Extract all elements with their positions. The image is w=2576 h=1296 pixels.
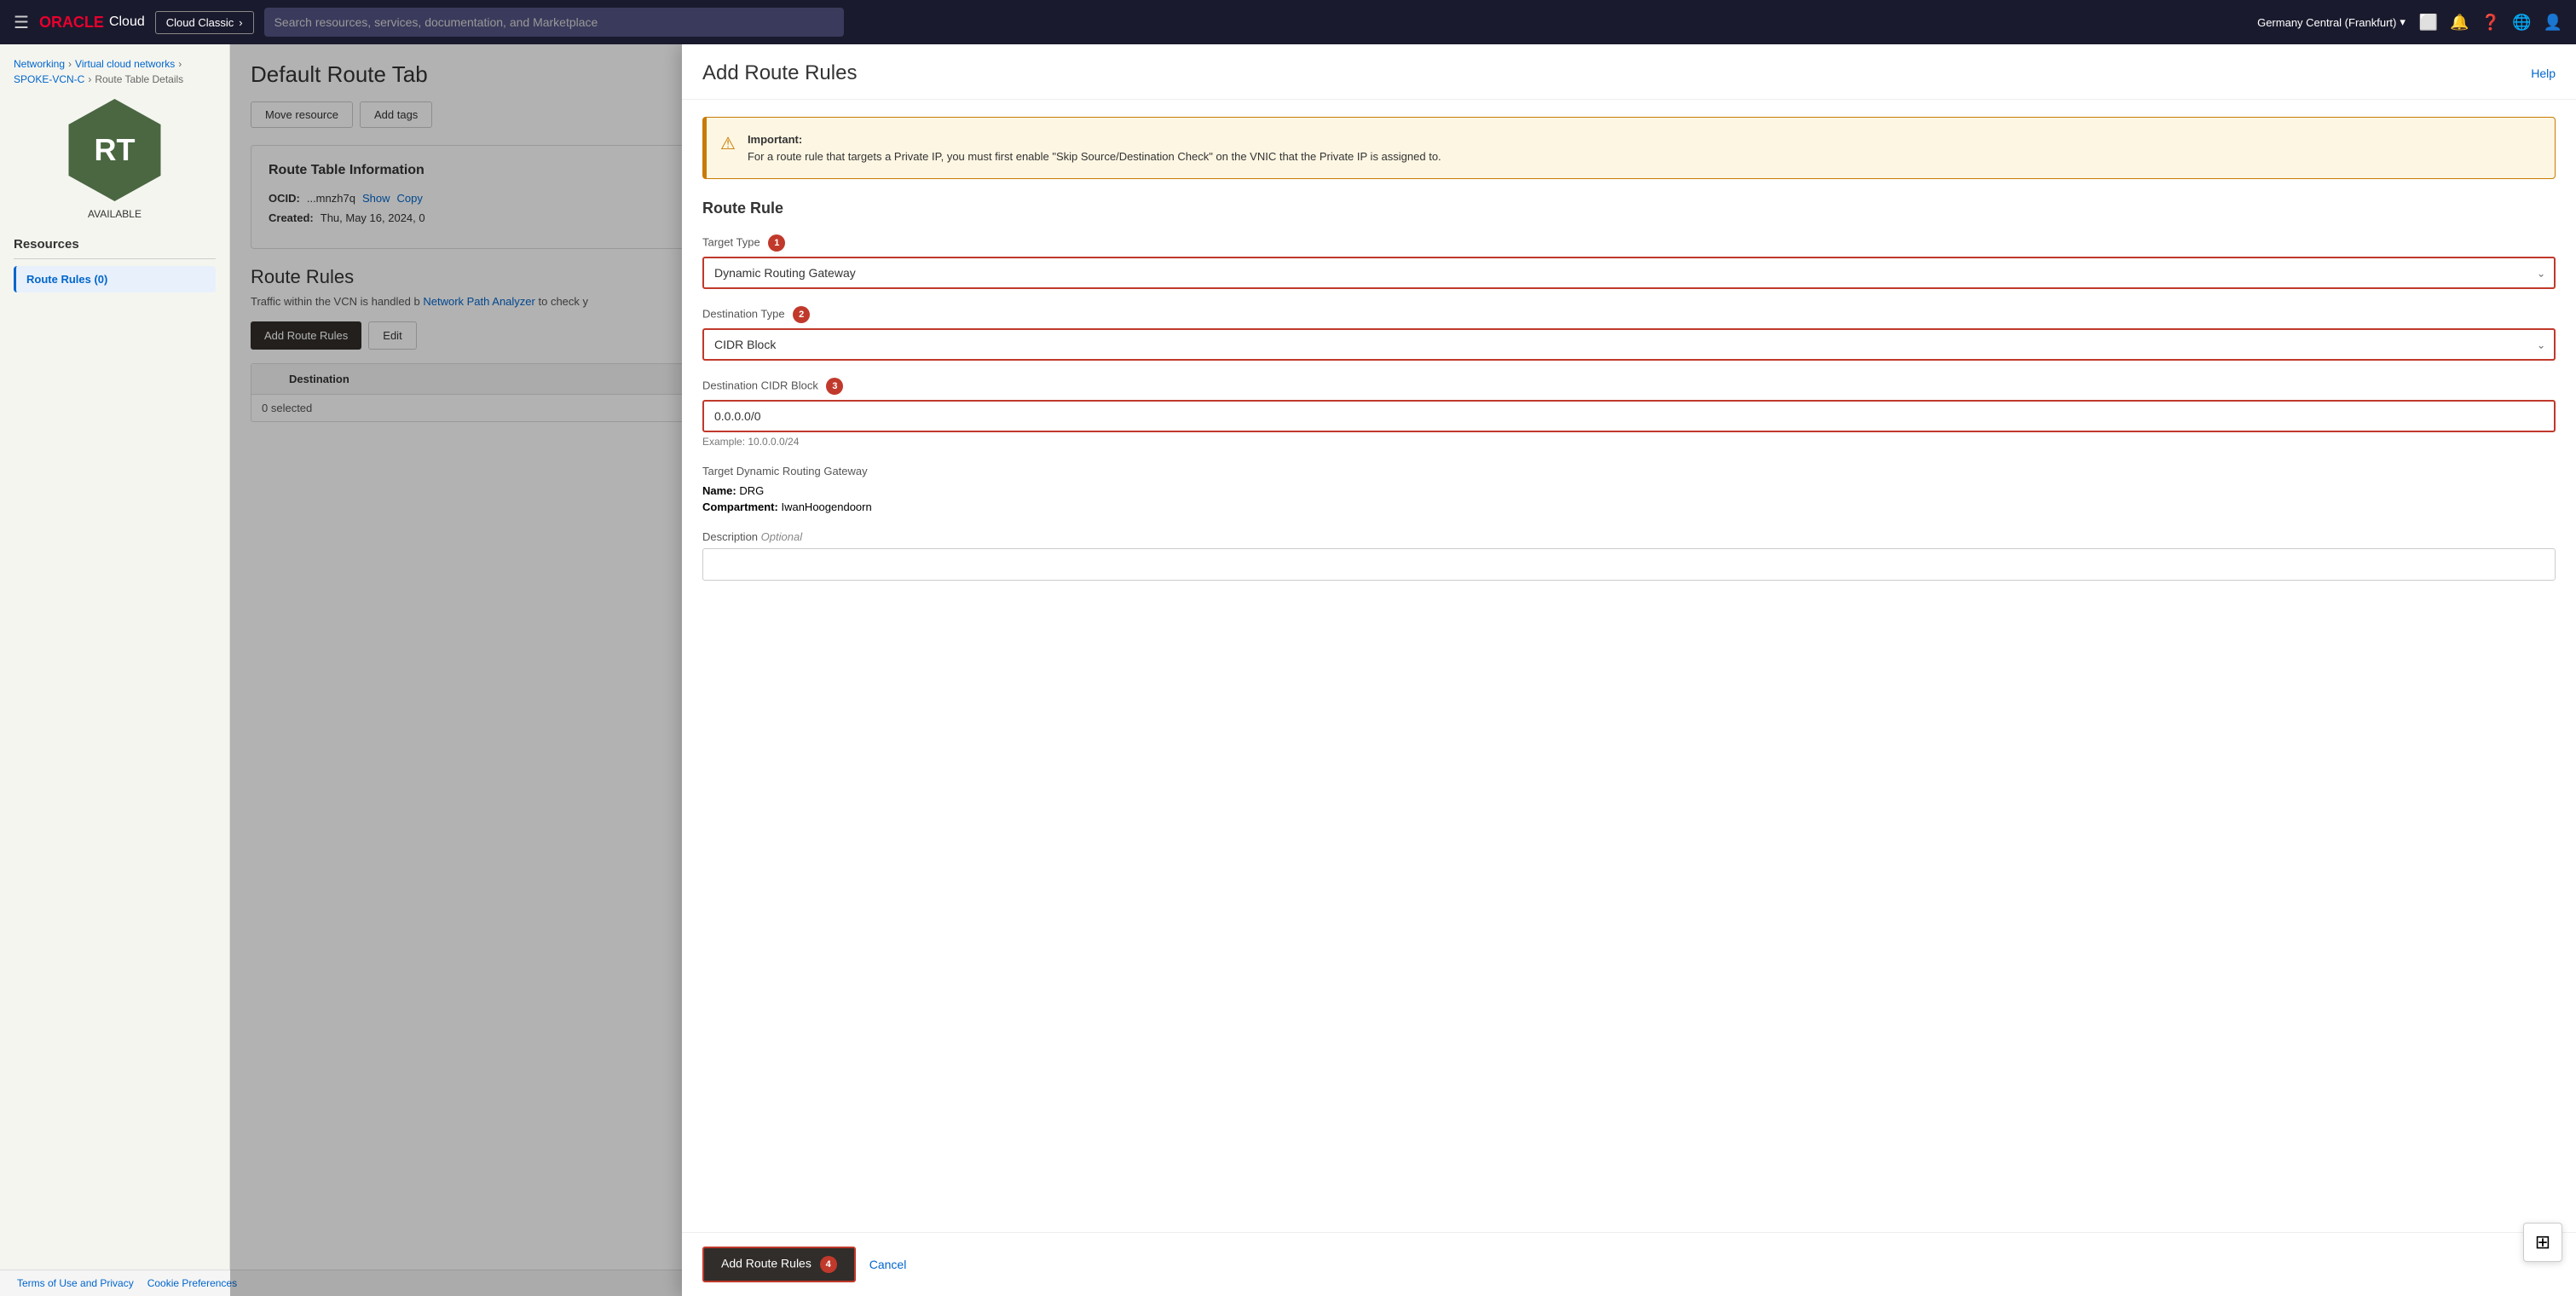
description-label: Description Optional (702, 530, 2556, 543)
nav-right: Germany Central (Frankfurt) ▾ ⬜ 🔔 ❓ 🌐 👤 (2257, 14, 2562, 32)
target-type-label: Target Type 1 (702, 234, 2556, 252)
sidebar-item-route-rules[interactable]: Route Rules (0) (14, 266, 216, 292)
drg-compartment-row: Compartment: IwanHoogendoorn (702, 500, 2556, 513)
destination-type-select[interactable]: CIDR Block (702, 328, 2556, 361)
help-widget-icon: ⊞ (2535, 1231, 2550, 1253)
destination-cidr-group: Destination CIDR Block 3 Example: 10.0.0… (702, 378, 2556, 448)
help-widget[interactable]: ⊞ (2523, 1223, 2562, 1262)
warning-icon: ⚠ (720, 133, 736, 165)
step-4-badge: 4 (820, 1256, 837, 1273)
description-input[interactable] (702, 548, 2556, 581)
breadcrumb: Networking › Virtual cloud networks › SP… (14, 58, 216, 85)
destination-type-group: Destination Type 2 CIDR Block (702, 306, 2556, 361)
resource-icon: RT (64, 99, 166, 201)
terms-link[interactable]: Terms of Use and Privacy (17, 1277, 134, 1289)
step-3-badge: 3 (826, 378, 843, 395)
optional-label: Optional (761, 530, 802, 543)
breadcrumb-vcn[interactable]: Virtual cloud networks (75, 58, 175, 70)
cloud-text: Cloud (109, 14, 145, 30)
route-rule-form-title: Route Rule (702, 200, 2556, 217)
important-text: Important: For a route rule that targets… (748, 131, 1441, 165)
add-route-rules-submit-button[interactable]: Add Route Rules 4 (702, 1247, 856, 1282)
panel-help-link[interactable]: Help (2531, 67, 2556, 80)
hamburger-icon[interactable]: ☰ (14, 12, 29, 33)
help-icon[interactable]: ❓ (2481, 14, 2500, 32)
sidebar: Networking › Virtual cloud networks › SP… (0, 44, 230, 1296)
target-drg-info: Target Dynamic Routing Gateway Name: DRG… (702, 465, 2556, 513)
cloud-classic-button[interactable]: Cloud Classic › (155, 11, 254, 34)
destination-type-select-wrapper: CIDR Block (702, 328, 2556, 361)
cancel-button[interactable]: Cancel (869, 1258, 907, 1271)
search-input[interactable] (264, 8, 844, 37)
resource-status: AVAILABLE (14, 208, 216, 220)
panel-title: Add Route Rules (702, 61, 857, 85)
main-wrapper: Networking › Virtual cloud networks › SP… (0, 44, 2576, 1296)
target-type-select[interactable]: Dynamic Routing Gateway (702, 257, 2556, 289)
breadcrumb-current: Route Table Details (95, 73, 183, 85)
content-area: Default Route Tab Move resource Add tags… (230, 44, 2576, 1296)
resources-heading: Resources (14, 237, 216, 259)
nav-icons: ⬜ 🔔 ❓ 🌐 👤 (2419, 14, 2562, 32)
step-1-badge: 1 (768, 234, 785, 252)
user-icon[interactable]: 👤 (2544, 14, 2562, 32)
footer-links: Terms of Use and Privacy Cookie Preferen… (17, 1277, 237, 1289)
breadcrumb-spoke[interactable]: SPOKE-VCN-C (14, 73, 84, 85)
target-drg-title: Target Dynamic Routing Gateway (702, 465, 2556, 477)
panel-body: ⚠ Important: For a route rule that targe… (682, 100, 2576, 1232)
step-2-badge: 2 (793, 306, 810, 323)
breadcrumb-networking[interactable]: Networking (14, 58, 65, 70)
destination-cidr-label: Destination CIDR Block 3 (702, 378, 2556, 395)
drg-name-row: Name: DRG (702, 484, 2556, 497)
target-type-select-wrapper: Dynamic Routing Gateway (702, 257, 2556, 289)
globe-icon[interactable]: 🌐 (2512, 14, 2531, 32)
oracle-logo: ORACLE Cloud (39, 14, 145, 32)
bell-icon[interactable]: 🔔 (2450, 14, 2469, 32)
destination-type-label: Destination Type 2 (702, 306, 2556, 323)
terminal-icon[interactable]: ⬜ (2419, 14, 2438, 32)
cookies-link[interactable]: Cookie Preferences (147, 1277, 237, 1289)
description-group: Description Optional (702, 530, 2556, 581)
add-route-rules-panel: Add Route Rules Help ⚠ Important: For a … (682, 44, 2576, 1296)
panel-header: Add Route Rules Help (682, 44, 2576, 100)
cidr-hint: Example: 10.0.0.0/24 (702, 436, 2556, 448)
panel-footer: Add Route Rules 4 Cancel (682, 1232, 2576, 1296)
region-selector[interactable]: Germany Central (Frankfurt) ▾ (2257, 15, 2406, 29)
important-banner: ⚠ Important: For a route rule that targe… (702, 117, 2556, 179)
oracle-brand-text: ORACLE (39, 14, 104, 32)
target-type-group: Target Type 1 Dynamic Routing Gateway (702, 234, 2556, 289)
destination-cidr-input[interactable] (702, 400, 2556, 432)
chevron-down-icon: ▾ (2400, 15, 2406, 29)
resource-hexagon: RT (64, 99, 166, 201)
route-rule-section: Route Rule Target Type 1 Dynamic Routing… (702, 200, 2556, 581)
top-navigation: ☰ ORACLE Cloud Cloud Classic › Germany C… (0, 0, 2576, 44)
